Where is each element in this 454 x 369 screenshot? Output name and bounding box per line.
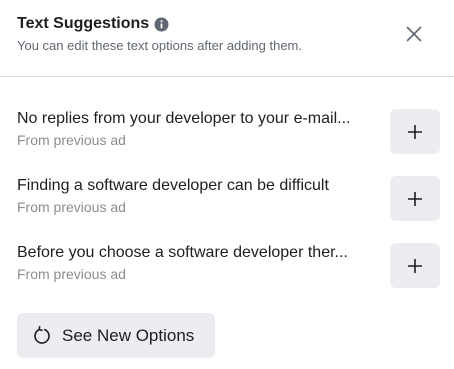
suggestion-text: No replies from your developer to your e… [17,110,351,127]
panel-title: Text Suggestions [17,15,150,32]
add-suggestion-button[interactable] [390,243,440,288]
plus-icon [408,124,422,139]
suggestion-item: Before you choose a software developer t… [0,243,454,289]
text-suggestions-panel: Text Suggestions You can edit these text… [0,0,454,369]
see-new-options-button[interactable]: See New Options [17,313,215,358]
title-row: Text Suggestions [17,15,169,33]
suggestion-source: From previous ad [17,199,126,215]
suggestion-item: No replies from your developer to your e… [0,109,454,155]
plus-icon [408,191,422,206]
suggestion-text: Before you choose a software developer t… [17,244,348,261]
suggestion-source: From previous ad [17,266,126,282]
info-icon[interactable] [154,17,169,32]
close-icon [406,26,422,42]
close-button[interactable] [400,20,428,48]
panel-subtitle: You can edit these text options after ad… [17,38,302,53]
suggestion-item: Finding a software developer can be diff… [0,176,454,222]
add-suggestion-button[interactable] [390,176,440,221]
suggestion-source: From previous ad [17,132,126,148]
add-suggestion-button[interactable] [390,109,440,154]
panel-header: Text Suggestions You can edit these text… [0,0,454,77]
plus-icon [408,258,422,273]
see-new-options-label: See New Options [62,325,195,345]
suggestion-text: Finding a software developer can be diff… [17,177,329,194]
refresh-icon [32,325,52,346]
